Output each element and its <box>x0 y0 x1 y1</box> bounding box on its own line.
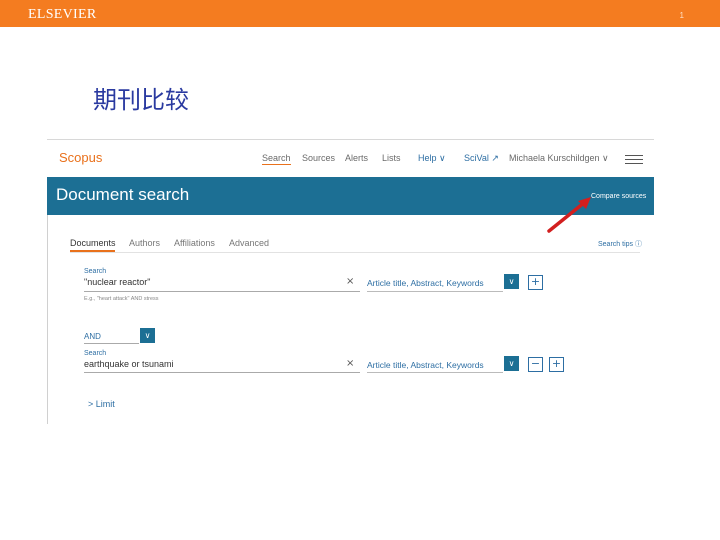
nav-sources[interactable]: Sources <box>302 153 335 163</box>
field-scope-select-1[interactable]: Article title, Abstract, Keywords <box>367 278 484 288</box>
select-underline <box>84 343 139 344</box>
chevron-down-icon[interactable]: ∨ <box>504 356 519 371</box>
plus-icon[interactable]: + <box>549 357 564 372</box>
page-number: 1 <box>679 11 684 20</box>
divider <box>47 139 654 140</box>
boolean-operator-select[interactable]: AND <box>84 332 101 341</box>
search-field-label: Search <box>84 268 107 275</box>
search-tips-link[interactable]: Search tips ⓘ <box>598 239 642 249</box>
limit-toggle[interactable]: > Limit <box>88 399 115 409</box>
chevron-down-icon[interactable]: ∨ <box>140 328 155 343</box>
slide-header-bar: ELSEVIER 1 <box>0 0 720 27</box>
clear-icon[interactable]: × <box>346 276 354 287</box>
nav-help[interactable]: Help ∨ <box>418 153 446 164</box>
tab-advanced[interactable]: Advanced <box>229 238 269 248</box>
nav-lists[interactable]: Lists <box>382 153 401 163</box>
hamburger-menu-icon[interactable] <box>625 155 643 164</box>
select-underline <box>367 372 503 373</box>
divider <box>70 252 640 253</box>
divider <box>47 215 48 424</box>
page-title: Document search <box>56 185 190 204</box>
search-hint: E.g., "heart attack" AND stress <box>84 296 159 302</box>
input-underline <box>84 291 360 292</box>
clear-icon[interactable]: × <box>346 358 354 369</box>
chevron-down-icon[interactable]: ∨ <box>504 274 519 289</box>
input-underline <box>84 372 360 373</box>
nav-search[interactable]: Search <box>262 153 291 165</box>
user-menu[interactable]: Michaela Kurschildgen ∨ <box>509 153 609 164</box>
tab-documents[interactable]: Documents <box>70 238 116 248</box>
tab-affiliations[interactable]: Affiliations <box>174 238 215 248</box>
top-navigation: Search Sources Alerts Lists Help ∨ SciVa… <box>47 153 654 167</box>
nav-scival[interactable]: SciVal ↗ <box>464 153 499 164</box>
select-underline <box>367 291 503 292</box>
red-arrow-icon <box>547 197 591 233</box>
slide-title: 期刊比较 <box>93 86 189 114</box>
tab-authors[interactable]: Authors <box>129 238 160 248</box>
field-scope-select-2[interactable]: Article title, Abstract, Keywords <box>367 360 484 370</box>
minus-icon[interactable]: − <box>528 357 543 372</box>
nav-alerts[interactable]: Alerts <box>345 153 368 163</box>
search-input-1[interactable]: "nuclear reactor" <box>84 277 150 287</box>
scopus-screenshot: Scopus Search Sources Alerts Lists Help … <box>47 139 654 424</box>
search-field-label: Search <box>84 350 107 357</box>
compare-sources-link[interactable]: Compare sources <box>591 193 646 200</box>
plus-icon[interactable]: + <box>528 275 543 290</box>
search-input-2[interactable]: earthquake or tsunami <box>84 359 174 369</box>
elsevier-logo: ELSEVIER <box>28 7 97 22</box>
